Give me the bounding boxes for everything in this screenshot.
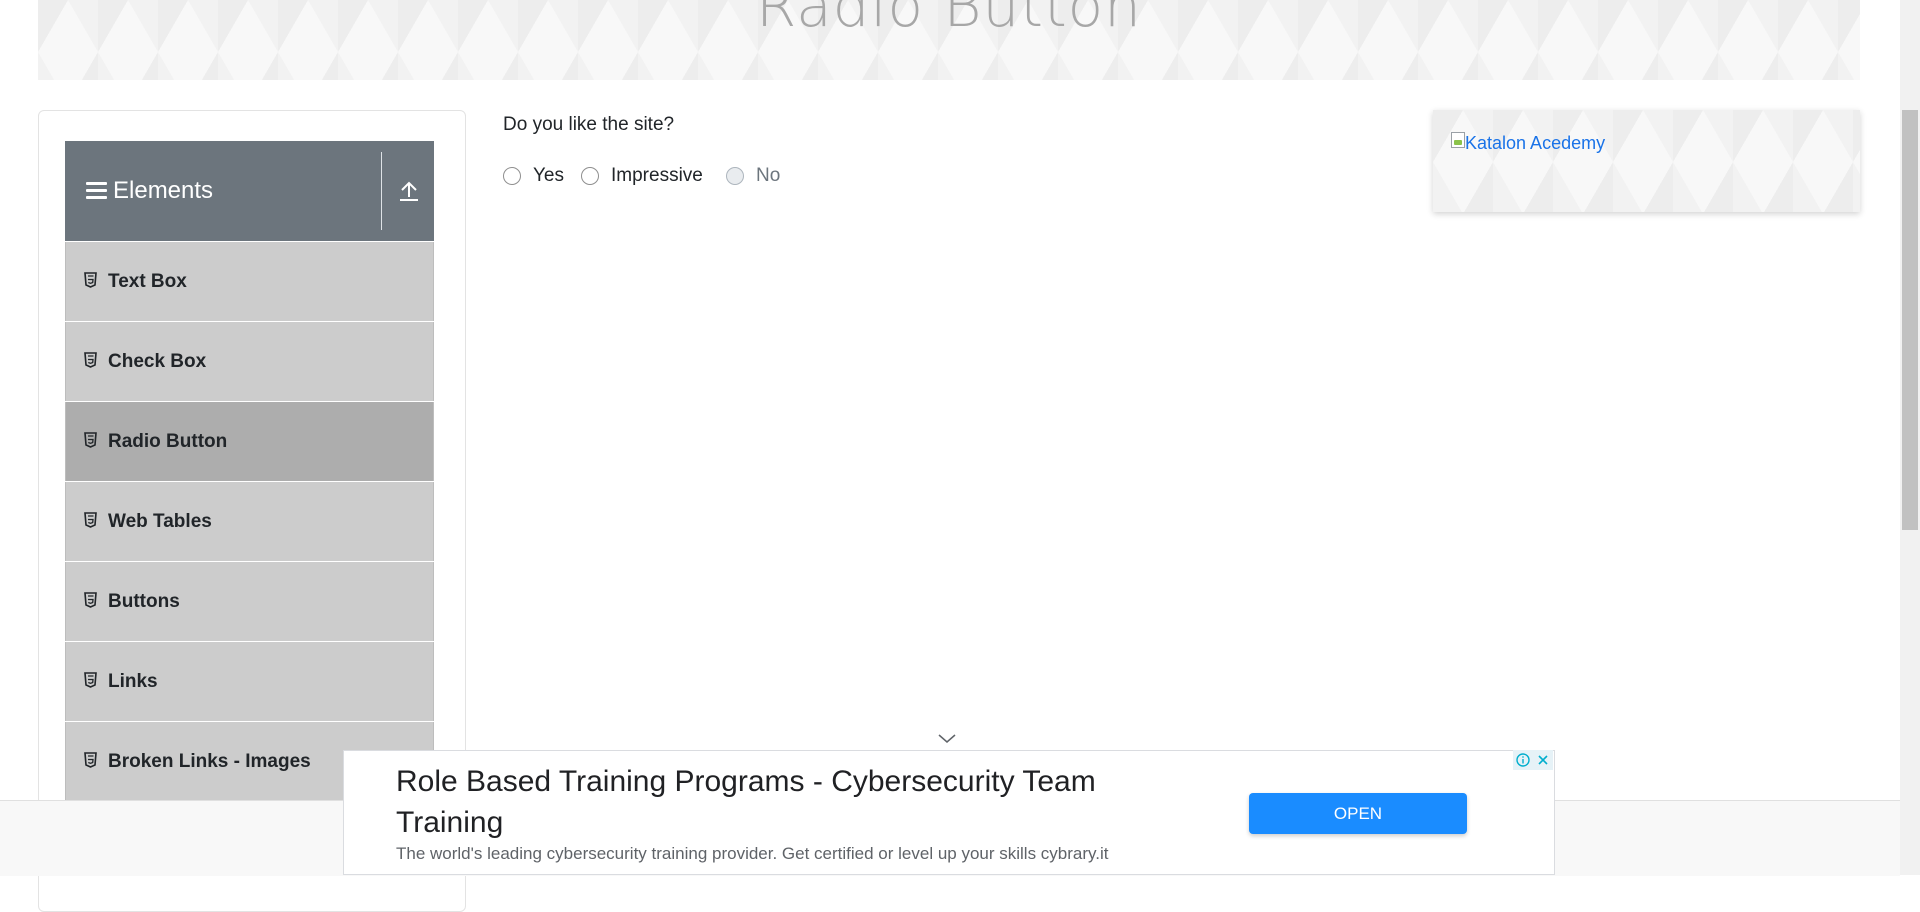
radio-label[interactable]: Yes <box>533 165 564 187</box>
sidebar-item-text-box[interactable]: Text Box <box>65 242 434 321</box>
side-ad: Katalon Acedemy <box>1433 110 1860 212</box>
html5-icon <box>84 512 97 528</box>
sidebar-item-label: Broken Links - Images <box>108 751 311 772</box>
question-label: Do you like the site? <box>503 114 675 135</box>
sidebar-item-label: Text Box <box>108 271 187 292</box>
bottom-ad-banner[interactable]: Role Based Training Programs - Cybersecu… <box>343 750 1555 875</box>
html5-icon <box>84 432 97 448</box>
sidebar-item-radio-button[interactable]: Radio Button <box>65 402 434 481</box>
sidebar-item-label: Web Tables <box>108 511 212 532</box>
sidebar-item-label: Buttons <box>108 591 180 612</box>
sidebar-menu: Text Box Check Box Radio Button Web Tabl… <box>65 242 434 802</box>
ad-controls <box>1513 750 1553 770</box>
group-header-title: Elements <box>113 177 214 204</box>
ad-description[interactable]: The world's leading cybersecurity traini… <box>396 844 1109 864</box>
html5-icon <box>84 752 97 768</box>
broken-image-icon <box>1451 132 1465 148</box>
page-banner: Radio Button <box>38 0 1860 80</box>
ad-headline[interactable]: Role Based Training Programs - Cybersecu… <box>396 761 1196 843</box>
sidebar-item-buttons[interactable]: Buttons <box>65 562 434 641</box>
page-title: Radio Button <box>756 0 1142 40</box>
sidebar-item-links[interactable]: Links <box>65 642 434 721</box>
sidebar-item-label: Check Box <box>108 351 207 372</box>
radio-circle <box>726 167 744 185</box>
radio-yes[interactable]: Yes <box>503 164 564 188</box>
info-icon[interactable] <box>1513 750 1533 770</box>
group-header-elements[interactable]: Elements <box>65 141 434 241</box>
radio-no: No <box>726 164 780 188</box>
radio-label[interactable]: Impressive <box>611 165 703 187</box>
html5-icon <box>84 352 97 368</box>
sidebar-item-label: Radio Button <box>108 431 228 452</box>
html5-icon <box>84 592 97 608</box>
upload-arrow-icon[interactable] <box>398 179 420 203</box>
header-divider <box>381 152 382 230</box>
radio-circle[interactable] <box>503 167 521 185</box>
close-icon[interactable] <box>1533 750 1553 770</box>
html5-icon <box>84 272 97 288</box>
radio-circle[interactable] <box>581 167 599 185</box>
sidebar-item-check-box[interactable]: Check Box <box>65 322 434 401</box>
html5-icon <box>84 672 97 688</box>
sidebar-item-label: Links <box>108 671 158 692</box>
ad-open-button[interactable]: OPEN <box>1249 793 1467 834</box>
sidebar-item-web-tables[interactable]: Web Tables <box>65 482 434 561</box>
scrollbar-thumb[interactable] <box>1902 110 1918 530</box>
radio-impressive[interactable]: Impressive <box>581 164 703 188</box>
side-ad-link[interactable]: Katalon Acedemy <box>1451 132 1605 154</box>
hamburger-icon <box>86 182 107 200</box>
chevron-down-icon[interactable] <box>938 734 956 744</box>
radio-label: No <box>756 165 781 186</box>
side-ad-alt-text[interactable]: Katalon Acedemy <box>1465 132 1605 154</box>
